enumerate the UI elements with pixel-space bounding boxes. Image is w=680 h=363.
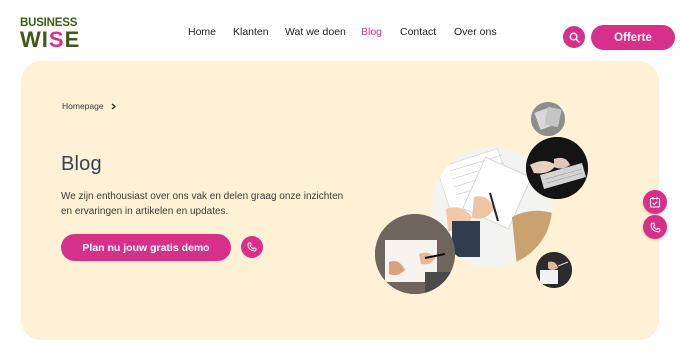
chevron-right-icon bbox=[111, 103, 116, 109]
side-call-button[interactable] bbox=[643, 215, 667, 239]
photo-writing-circle bbox=[375, 214, 455, 294]
appointment-button[interactable] bbox=[643, 190, 667, 214]
hero-intro: We zijn enthousiast over ons vak en dele… bbox=[61, 191, 344, 217]
phone-icon bbox=[650, 222, 660, 232]
search-button[interactable] bbox=[563, 26, 585, 48]
nav-item-contact[interactable]: Contact bbox=[400, 26, 436, 39]
nav-item-wat-we-doen[interactable]: Wat we doen bbox=[285, 26, 346, 39]
offerte-button[interactable]: Offerte bbox=[591, 25, 675, 50]
logo[interactable]: BUSINESS WISE bbox=[20, 17, 79, 57]
breadcrumb-home[interactable]: Homepage bbox=[62, 101, 104, 111]
photo-papers-circle bbox=[531, 102, 565, 136]
nav-item-over-ons[interactable]: Over ons bbox=[454, 26, 497, 39]
demo-button[interactable]: Plan nu jouw gratis demo bbox=[61, 234, 231, 261]
calendar-check-icon bbox=[649, 197, 661, 208]
page-title: Blog bbox=[61, 153, 102, 175]
photo-desk-circle bbox=[536, 252, 572, 288]
nav-item-blog[interactable]: Blog bbox=[361, 26, 382, 39]
phone-icon bbox=[247, 242, 257, 252]
search-icon bbox=[569, 32, 580, 43]
nav-item-klanten[interactable]: Klanten bbox=[233, 26, 269, 39]
photo-laptop-circle bbox=[526, 137, 588, 199]
call-button[interactable] bbox=[241, 236, 263, 258]
nav-item-home[interactable]: Home bbox=[188, 26, 216, 39]
logo-line-2: WISE bbox=[20, 27, 81, 52]
breadcrumb: Homepage bbox=[62, 101, 116, 111]
